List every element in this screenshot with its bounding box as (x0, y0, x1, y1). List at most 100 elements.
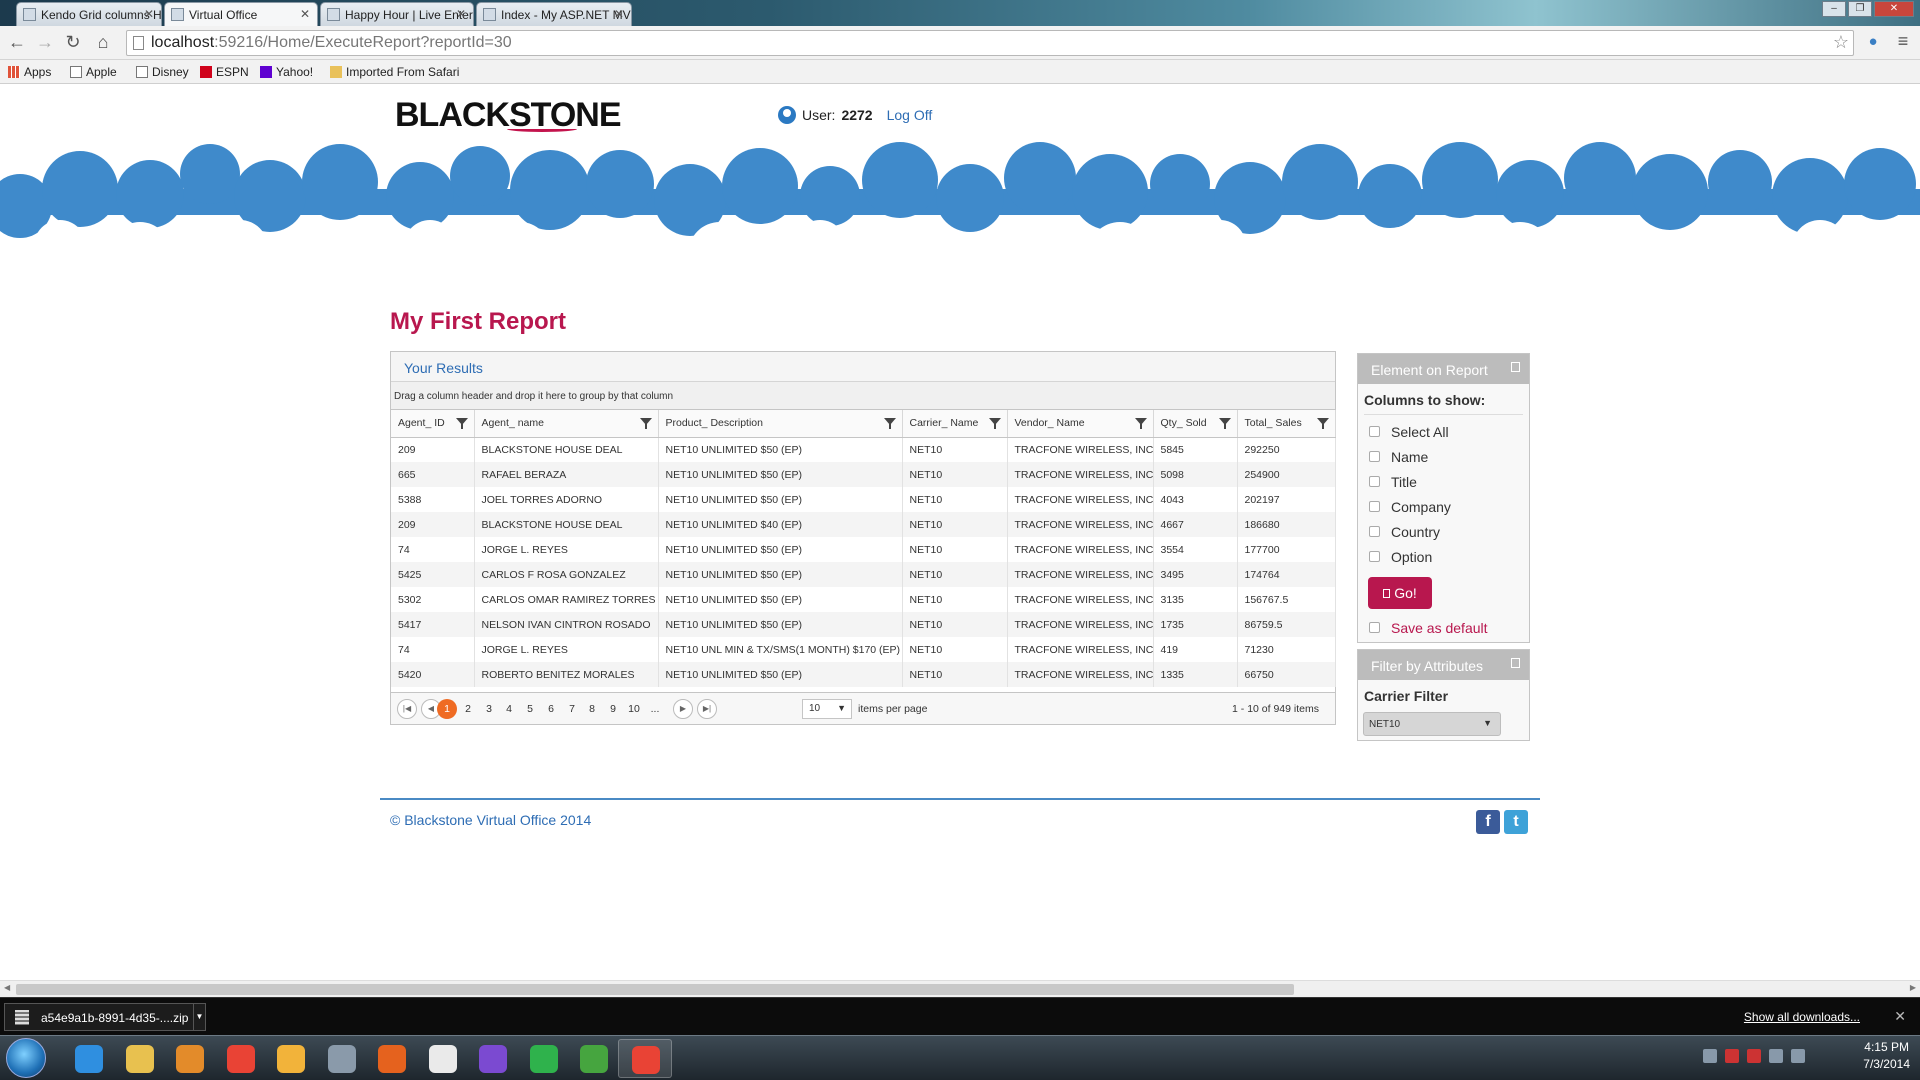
page-number-button[interactable]: 1 (437, 699, 457, 719)
checkbox[interactable] (1369, 476, 1380, 487)
extension-globe-icon[interactable]: ● (1862, 33, 1884, 50)
menu-icon[interactable]: ≡ (1892, 31, 1914, 52)
filter-icon[interactable] (1218, 418, 1231, 429)
checkbox-name[interactable]: Name (1358, 444, 1529, 469)
carrier-filter-select[interactable]: NET10 ▼ (1363, 712, 1501, 736)
download-item[interactable]: a54e9a1b-8991-4d35-....zip ▼ (4, 1003, 206, 1031)
page-size-select[interactable]: 10 ▼ (802, 699, 852, 719)
go-button[interactable]: Go! (1368, 577, 1432, 609)
checkbox-country[interactable]: Country (1358, 519, 1529, 544)
taskbar-app-visual-studio[interactable] (466, 1039, 520, 1078)
tray-alert-icon[interactable] (1747, 1049, 1761, 1063)
close-tab-icon[interactable]: ✕ (144, 7, 154, 21)
network-icon[interactable] (1769, 1049, 1783, 1063)
volume-icon[interactable] (1791, 1049, 1805, 1063)
checkbox[interactable] (1369, 526, 1380, 537)
page-number-button[interactable]: 8 (582, 699, 602, 719)
bookmark-apple[interactable]: Apple (70, 65, 117, 79)
taskbar-app-chrome-active[interactable] (617, 1039, 672, 1078)
tab-happy-hour[interactable]: Happy Hour | Live Enterta ✕ (320, 2, 474, 26)
tab-virtual-office[interactable]: Virtual Office ✕ (164, 2, 318, 26)
checkbox[interactable] (1369, 426, 1380, 437)
horizontal-scrollbar[interactable]: ◀ ▶ (0, 980, 1920, 997)
bookmark-disney[interactable]: Disney (136, 65, 189, 79)
blackstone-logo[interactable]: BLACKSTONE (395, 96, 621, 135)
close-tab-icon[interactable]: ✕ (614, 7, 624, 21)
taskbar-app-internet-explorer[interactable] (62, 1039, 116, 1078)
last-page-icon[interactable]: ▶| (697, 699, 717, 719)
reload-icon[interactable]: ↻ (62, 32, 84, 53)
column-header-product-description[interactable]: Product_ Description (658, 410, 903, 438)
page-number-button[interactable]: 3 (479, 699, 499, 719)
table-row[interactable]: 5425 CARLOS F ROSA GONZALEZ NET10 UNLIMITE… (391, 562, 1336, 587)
checkbox[interactable] (1369, 501, 1380, 512)
filter-icon[interactable] (639, 418, 652, 429)
page-number-button[interactable]: 4 (499, 699, 519, 719)
bookmark-imported-folder[interactable]: Imported From Safari (330, 65, 459, 79)
panel-header[interactable]: Element on Report (1358, 354, 1529, 384)
bookmark-yahoo[interactable]: Yahoo! (260, 65, 313, 79)
log-off-link[interactable]: Log Off (887, 107, 933, 123)
close-tab-icon[interactable]: ✕ (300, 7, 310, 21)
more-pages-button[interactable]: ... (645, 699, 665, 719)
page-number-button[interactable]: 9 (603, 699, 623, 719)
tab-index-mvc[interactable]: Index - My ASP.NET MVC ✕ (476, 2, 632, 26)
taskbar-app-file-explorer[interactable] (113, 1039, 167, 1078)
panel-header[interactable]: Filter by Attributes (1358, 650, 1529, 680)
minimize-icon[interactable]: – (1822, 1, 1846, 17)
taskbar-app-chrome[interactable] (214, 1039, 268, 1078)
bookmark-espn[interactable]: ESPN (200, 65, 249, 79)
column-header-carrier-name[interactable]: Carrier_ Name (902, 410, 1008, 438)
start-button[interactable] (6, 1038, 46, 1078)
scrollbar-thumb[interactable] (16, 984, 1294, 995)
table-row[interactable]: 665 RAFAEL BERAZA NET10 UNLIMITED $50 (EP)… (391, 462, 1336, 487)
table-row[interactable]: 74 JORGE L. REYES NET10 UNL MIN & TX/SMS(1… (391, 637, 1336, 662)
first-page-icon[interactable]: |◀ (397, 699, 417, 719)
filter-icon[interactable] (988, 418, 1001, 429)
checkbox-select-all[interactable]: Select All (1358, 419, 1529, 444)
tray-arrow-icon[interactable] (1703, 1049, 1717, 1063)
column-header-agent-id[interactable]: Agent_ ID (391, 410, 475, 438)
checkbox[interactable] (1369, 551, 1380, 562)
checkbox[interactable] (1369, 451, 1380, 462)
checkbox-option[interactable]: Option (1358, 544, 1529, 569)
page-number-button[interactable]: 7 (562, 699, 582, 719)
scroll-left-icon[interactable]: ◀ (4, 983, 10, 992)
table-row[interactable]: 5388 JOEL TORRES ADORNO NET10 UNLIMITED $5… (391, 487, 1336, 512)
column-header-vendor-name[interactable]: Vendor_ Name (1007, 410, 1154, 438)
tab-kendo-grid[interactable]: Kendo Grid columns Hide ✕ (16, 2, 162, 26)
column-header-qty-sold[interactable]: Qty_ Sold (1153, 410, 1238, 438)
column-header-agent-name[interactable]: Agent_ name (474, 410, 659, 438)
table-row[interactable]: 209 BLACKSTONE HOUSE DEAL NET10 UNLIMITED … (391, 512, 1336, 537)
table-row[interactable]: 5417 NELSON IVAN CINTRON ROSADO NET10 UNLI… (391, 612, 1336, 637)
page-number-button[interactable]: 6 (541, 699, 561, 719)
tray-flag-icon[interactable] (1725, 1049, 1739, 1063)
twitter-icon[interactable]: t (1504, 810, 1528, 834)
checkbox-company[interactable]: Company (1358, 494, 1529, 519)
checkbox-save-default[interactable]: Save as default (1358, 615, 1529, 640)
taskbar-app-tools[interactable] (315, 1039, 369, 1078)
close-tab-icon[interactable]: ✕ (456, 7, 466, 21)
page-number-button[interactable]: 10 (624, 699, 644, 719)
taskbar-app-project[interactable] (567, 1039, 621, 1078)
group-drop-area[interactable]: Drag a column header and drop it here to… (391, 382, 1335, 410)
page-number-button[interactable]: 5 (520, 699, 540, 719)
close-icon[interactable]: ✕ (1894, 1008, 1906, 1025)
collapse-icon[interactable] (1511, 362, 1520, 372)
page-number-button[interactable]: 2 (458, 699, 478, 719)
taskbar-app-spotify[interactable] (517, 1039, 571, 1078)
restore-icon[interactable]: ❐ (1848, 1, 1872, 17)
taskbar-app-outlook[interactable] (264, 1039, 318, 1078)
show-all-downloads-link[interactable]: Show all downloads... (1744, 1010, 1860, 1024)
clock[interactable]: 4:15 PM 7/3/2014 (1863, 1040, 1910, 1071)
window-close-icon[interactable]: ✕ (1874, 1, 1914, 17)
checkbox-title[interactable]: Title (1358, 469, 1529, 494)
table-row[interactable]: 5420 ROBERTO BENITEZ MORALES NET10 UNLIMIT… (391, 662, 1336, 687)
table-row[interactable]: 5302 CARLOS OMAR RAMIREZ TORRES NET10 UNLI… (391, 587, 1336, 612)
table-row[interactable]: 209 BLACKSTONE HOUSE DEAL NET10 UNLIMITED … (391, 437, 1336, 462)
taskbar-app-notepad[interactable] (416, 1039, 470, 1078)
back-arrow-icon[interactable]: ← (6, 32, 28, 53)
checkbox[interactable] (1369, 622, 1380, 633)
column-header-total-sales[interactable]: Total_ Sales (1237, 410, 1336, 438)
taskbar-app-media-player[interactable] (163, 1039, 217, 1078)
